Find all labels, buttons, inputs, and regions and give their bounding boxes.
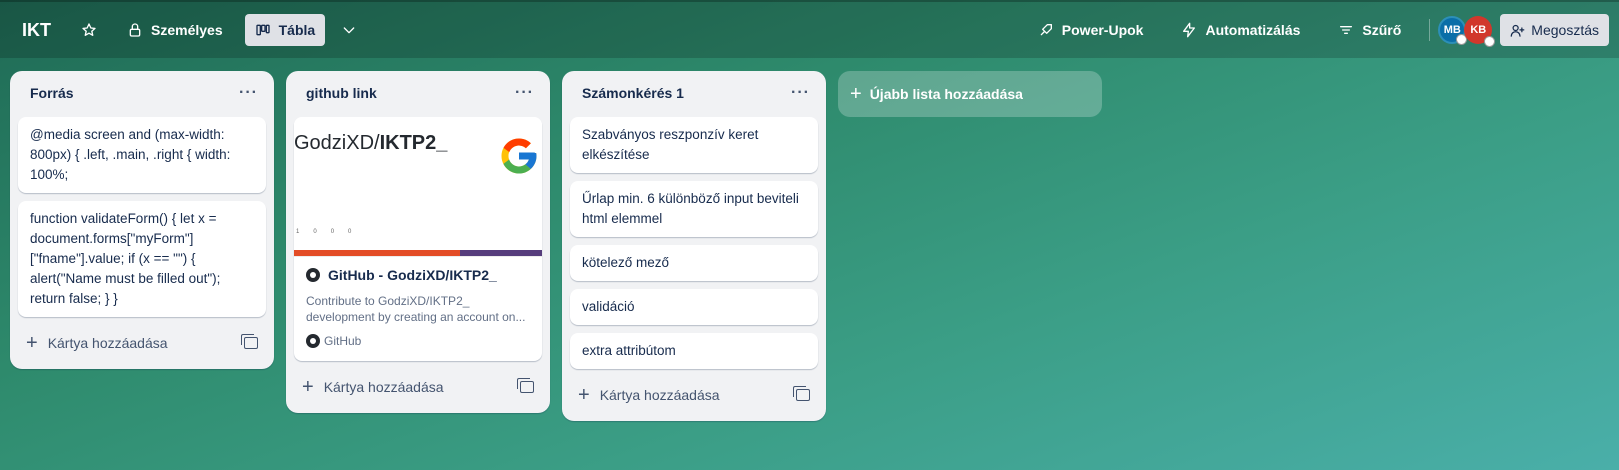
contributors-stat: 1 [296,229,300,235]
share-button[interactable]: Megosztás [1500,14,1609,46]
visibility-label: Személyes [151,22,223,38]
board-name[interactable]: IKT [22,20,51,41]
link-card-body: GitHub - GodziXD/IKTP2_ Contribute to Go… [294,257,542,361]
github-icon [306,268,320,282]
link-card[interactable]: GodziXD/IKTP2_ 1 0 0 0 GitHub - GodziXD/… [294,117,542,361]
preview-stats: 1 0 0 0 [296,222,351,242]
list-github-link[interactable]: github link ··· GodziXD/IKTP2_ 1 0 0 0 G… [286,71,550,413]
board-header: IKT Személyes Tábla Power-Upok Automatiz… [0,0,1619,58]
filter-icon [1340,25,1353,34]
avatar[interactable]: MB [1438,16,1468,45]
link-preview-image: GodziXD/IKTP2_ 1 0 0 0 [294,117,542,257]
issues-stat: 0 [313,229,317,235]
add-card-label: Kártya hozzáadása [323,379,444,395]
list-item[interactable]: Űrlap min. 6 különböző input beviteli ht… [570,181,818,237]
link-card-description: Contribute to GodziXD/IKTP2_ development… [306,294,526,324]
forks-stat: 0 [348,229,352,235]
card-template-icon[interactable] [241,334,258,349]
list-title[interactable]: Forrás [30,85,74,101]
header-divider [1429,19,1431,41]
views-dropdown-button[interactable] [331,14,367,46]
star-icon [82,23,96,36]
star-board-button[interactable] [73,14,105,46]
github-icon [306,334,320,348]
add-card-button[interactable]: + Kártya hozzáadása [578,385,720,405]
board-view-button[interactable]: Tábla [244,14,326,46]
stars-stat: 0 [330,229,335,235]
list-header: github link ··· [294,71,542,115]
add-card-label: Kártya hozzáadása [599,387,720,403]
add-card-label: Kártya hozzáadása [47,335,168,351]
plus-icon: + [850,83,862,105]
list-item[interactable]: function validateForm() { let x = docume… [18,201,266,317]
avatar-initials: KB [1470,24,1487,36]
card-template-icon[interactable] [517,378,534,393]
list-item[interactable]: Szabványos reszponzív keret elkészítése [570,117,818,173]
list-item[interactable]: @media screen and (max-width: 800px) { .… [18,117,266,193]
lightning-icon [1183,22,1196,38]
list-forras[interactable]: Forrás ··· @media screen and (max-width:… [10,71,274,369]
list-title[interactable]: github link [306,85,377,101]
board-canvas: Forrás ··· @media screen and (max-width:… [10,71,1102,421]
list-item[interactable]: validáció [570,289,818,325]
list-header: Számonkérés 1 ··· [570,71,818,115]
google-logo-icon [501,138,537,174]
automation-label: Automatizálás [1205,22,1301,38]
filter-button[interactable]: Szűrő [1328,14,1411,46]
avatar[interactable]: KB [1464,16,1496,47]
list-szamonkeres-1[interactable]: Számonkérés 1 ··· Szabványos reszponzív … [562,71,826,421]
card-template-icon[interactable] [793,386,810,401]
rocket-icon [1040,24,1052,36]
add-card-button[interactable]: + Kártya hozzáadása [26,333,168,353]
lock-icon [129,23,141,37]
list-header: Forrás ··· [18,71,266,115]
admin-badge-icon [1484,36,1496,47]
add-list-button[interactable]: + Újabb lista hozzáadása [838,71,1102,117]
add-card-button[interactable]: + Kártya hozzáadása [302,377,444,397]
more-options-icon[interactable]: ··· [791,85,810,101]
list-footer: + Kártya hozzáadása [570,377,818,413]
language-segment-css [460,250,542,256]
plus-icon: + [302,376,314,398]
plus-icon: + [578,384,590,406]
automation-button[interactable]: Automatizálás [1171,14,1310,46]
link-card-source: GitHub [306,331,530,351]
language-segment-html [294,250,461,256]
link-card-title[interactable]: GitHub - GodziXD/IKTP2_ [306,265,530,285]
visibility-button[interactable]: Személyes [117,14,233,46]
filter-label: Szűrő [1362,22,1402,38]
more-options-icon[interactable]: ··· [515,85,534,101]
list-title[interactable]: Számonkérés 1 [582,85,684,101]
list-item[interactable]: kötelező mező [570,245,818,281]
language-bar [294,250,542,256]
power-ups-button[interactable]: Power-Upok [1028,14,1154,46]
list-footer: + Kártya hozzáadása [294,369,542,405]
preview-repo-name: GodziXD/IKTP2_ [294,132,448,154]
board-view-icon [255,24,270,36]
chevron-down-icon [343,27,355,34]
power-ups-label: Power-Upok [1061,22,1144,38]
add-user-icon [1510,24,1525,37]
plus-icon: + [26,332,38,354]
list-footer: + Kártya hozzáadása [18,325,266,361]
list-item[interactable]: extra attribútom [570,333,818,369]
add-list-label: Újabb lista hozzáadása [869,86,1023,102]
more-options-icon[interactable]: ··· [239,85,258,101]
board-view-label: Tábla [278,22,316,38]
share-label: Megosztás [1531,22,1599,38]
